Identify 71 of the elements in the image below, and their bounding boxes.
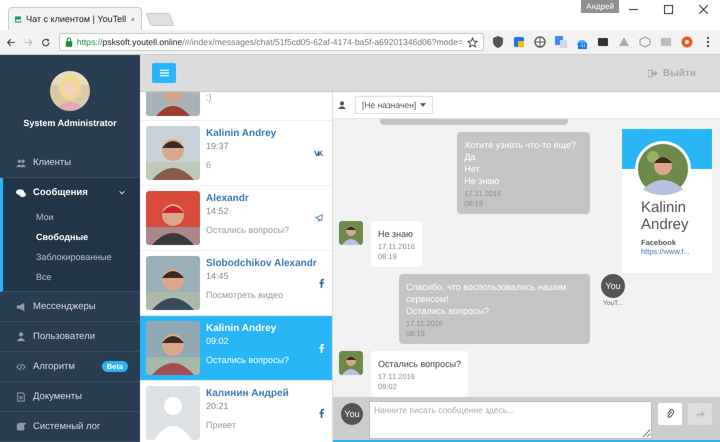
back-icon[interactable] [6, 36, 16, 48]
message-preview: :) [206, 92, 212, 102]
cube-icon[interactable] [639, 36, 652, 48]
contact-time: 14:52 [206, 206, 230, 216]
submenu-item[interactable]: Заблокированные [3, 247, 140, 267]
contact-name: Alexandr [206, 193, 250, 204]
menu-item[interactable]: Сообщения [3, 178, 140, 207]
message-preview: Остались вопросы? [206, 355, 290, 365]
menu-item-icon [16, 392, 26, 402]
message-text: Спасибо, что воспользовались нашим сервисом! Остались вопросы? [406, 281, 568, 317]
extension-icon[interactable] [534, 36, 546, 48]
submenu-item[interactable]: Свободные [3, 227, 140, 247]
submenu-item[interactable]: Мои [3, 207, 140, 227]
contact-name: Калинин Андрей [206, 388, 290, 399]
lock-icon [64, 37, 73, 47]
caret-icon [420, 103, 426, 107]
image-icon [15, 14, 22, 24]
menu-item[interactable]: Пользователи [0, 322, 140, 351]
menu-icon [160, 69, 168, 77]
logo-avatar: You [601, 274, 625, 298]
tab-title: Чат с клиентом | YouTell [26, 14, 126, 24]
url-text: https://psksoft.youtell.online/#/index/messages/chat/51f5cd05-62af-4174-ba5f-a69201346d06?mode= [76, 37, 464, 47]
contact-time: 09:02 [206, 336, 230, 346]
user-name: System Administrator [23, 118, 117, 128]
message-text: Хотите узнать что-то еще? Да Нет Не знаю [464, 139, 576, 187]
logo-avatar: You [341, 403, 363, 425]
submenu-item[interactable]: Все [3, 267, 140, 287]
menu-item-icon [16, 422, 26, 432]
close-icon[interactable] [699, 5, 708, 14]
menu-item[interactable]: Мессенджеры [0, 292, 140, 321]
attach-button[interactable] [658, 403, 682, 425]
menu-item[interactable]: Клиенты [0, 148, 140, 177]
user-icon [338, 101, 346, 109]
translate-icon[interactable] [555, 36, 568, 48]
chevron-icon [118, 188, 126, 196]
maximize-icon[interactable] [664, 5, 673, 14]
menu-item-icon [16, 332, 26, 342]
shield-icon[interactable] [492, 36, 504, 48]
menu-item[interactable]: Документы [0, 382, 140, 411]
contact-item[interactable]: Slobodchikov Alexandr 14:45 Посмотреть видео [140, 251, 332, 316]
menu-item-icon [16, 188, 26, 198]
share-arrow-icon [695, 409, 705, 419]
contact-name: Kalinin Andrey [206, 128, 278, 139]
contact-time: 19:37 [206, 141, 230, 151]
contact-item[interactable]: Kalinin Andrey 19:37 6 [140, 121, 332, 186]
browser-tab[interactable]: Чат с клиентом | YouTell [8, 7, 142, 30]
profile-name: Kalinin Andrey [640, 199, 690, 233]
message-preview: 6 [206, 160, 212, 170]
contact-item[interactable]: Alexandr 14:52 Остались вопросы? [140, 186, 332, 251]
message-preview: Посмотреть видео [206, 290, 284, 300]
extension-icon[interactable] [597, 36, 610, 48]
contact-item[interactable]: Калинин Андрей 20:21 Привет [140, 381, 332, 442]
logout-icon [648, 68, 658, 78]
reload-icon[interactable] [41, 36, 51, 48]
assignee-dropdown[interactable]: [Не назначен] [355, 96, 434, 114]
paperclip-icon [665, 409, 675, 419]
address-bar[interactable]: https://psksoft.youtell.online/#/index/messages/chat/51f5cd05-62af-4174-ba5f-a69201346d06?mode= [58, 33, 484, 51]
contact-time: 14:45 [206, 271, 230, 281]
message-input[interactable]: Начните писать сообщение здесь... [369, 401, 652, 439]
star-icon[interactable] [467, 36, 478, 48]
contact-name: Kalinin Andrey [206, 323, 278, 334]
menu-item[interactable]: Системный лог [0, 412, 140, 441]
message-preview: Привет [206, 420, 238, 430]
message-preview: Остались вопросы? [206, 225, 290, 235]
message-text: Не знаю [378, 228, 414, 240]
menu-item-icon [16, 302, 26, 312]
menu-item-icon [16, 158, 26, 168]
menu-item-icon [16, 362, 26, 372]
message-text: Остались вопросы? [378, 358, 462, 370]
contact-time: 20:21 [206, 401, 230, 411]
close-icon[interactable] [131, 16, 135, 22]
